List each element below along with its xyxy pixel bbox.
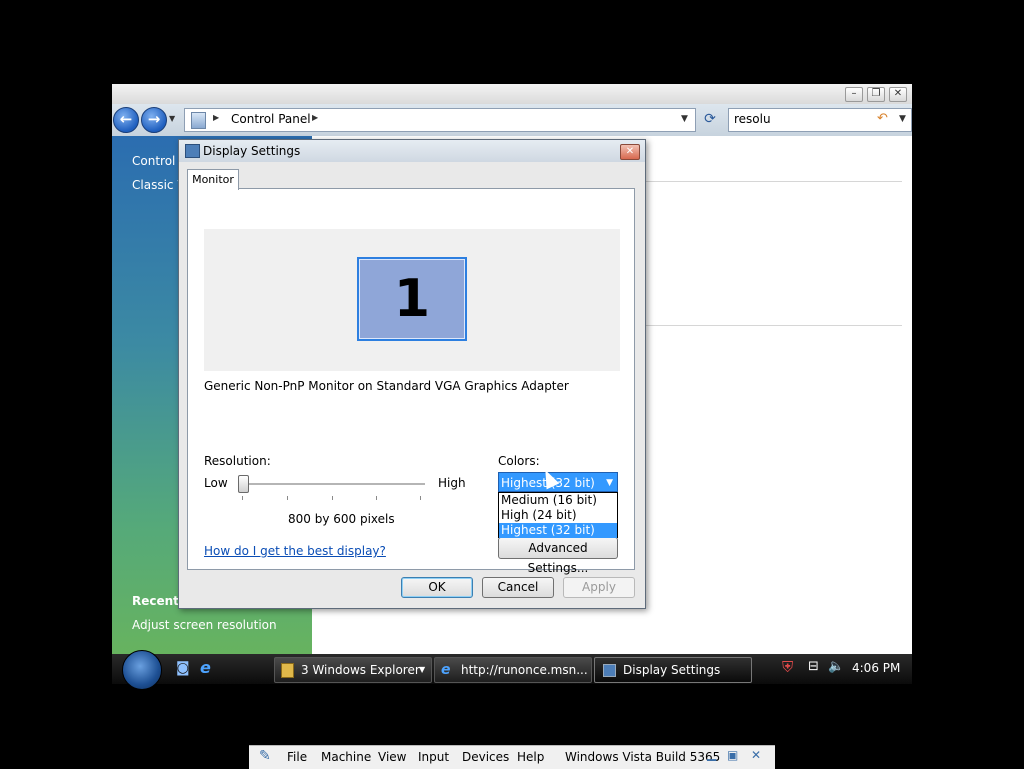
vm-toolbar: ✎ File Machine View Input Devices Help W… — [249, 745, 775, 769]
address-bar[interactable]: ▶ Control Panel ▶ ▼ — [184, 108, 696, 132]
colors-dropdown-list: Medium (16 bit) High (24 bit) Highest (3… — [498, 492, 618, 538]
back-button[interactable]: ← — [113, 107, 139, 133]
display-icon — [603, 664, 616, 677]
control-panel-icon — [191, 112, 206, 129]
apply-button[interactable]: Apply — [563, 577, 635, 598]
chevron-down-icon: ▼ — [419, 665, 426, 674]
vm-title: Windows Vista Build 5365 — [565, 750, 721, 764]
slider-tick — [332, 496, 333, 500]
search-input-value: resolu — [734, 112, 771, 126]
slider-tick — [242, 496, 243, 500]
monitor-tab-panel: 1 Generic Non-PnP Monitor on Standard VG… — [187, 188, 635, 575]
window-icon[interactable]: ▣ — [727, 748, 738, 762]
monitor-arrangement-area: 1 — [204, 229, 620, 371]
ok-button[interactable]: OK — [401, 577, 473, 598]
resolution-slider-track[interactable] — [242, 483, 425, 486]
chevron-down-icon[interactable]: ▼ — [606, 473, 613, 493]
internet-explorer-icon[interactable]: e — [200, 658, 211, 677]
monitor-name: Generic Non-PnP Monitor on Standard VGA … — [204, 379, 569, 393]
breadcrumb-separator-icon[interactable]: ▶ — [213, 113, 219, 122]
colors-option-highest[interactable]: Highest (32 bit) — [499, 523, 617, 538]
colors-option-medium[interactable]: Medium (16 bit) — [499, 493, 617, 508]
resolution-high-label: High — [438, 476, 466, 490]
pin-icon[interactable]: ✎ — [259, 748, 271, 764]
address-dropdown-icon[interactable]: ▼ — [681, 114, 688, 124]
refresh-icon[interactable]: ⟳ — [698, 108, 722, 130]
breadcrumb-separator-icon[interactable]: ▶ — [312, 113, 318, 122]
dialog-close-button[interactable]: ✕ — [620, 144, 640, 160]
dialog-titlebar: Display Settings ✕ — [179, 140, 645, 162]
recent-pages-dropdown-icon[interactable]: ▼ — [169, 114, 175, 123]
taskbar-internet-explorer[interactable]: e http://runonce.msn... — [434, 657, 592, 683]
advanced-settings-button[interactable]: Advanced Settings... — [498, 537, 618, 575]
menu-input[interactable]: Input — [418, 750, 449, 764]
dialog-title: Display Settings — [203, 144, 301, 158]
folder-icon — [281, 663, 294, 678]
best-display-help-link[interactable]: How do I get the best display? — [204, 544, 386, 558]
restore-button[interactable]: ❐ — [867, 87, 885, 102]
search-input[interactable]: resolu ↶ ▼ — [728, 108, 912, 132]
navigation-bar: ← → ▼ ▶ Control Panel ▶ ▼ ⟳ resolu ↶ ▼ — [112, 104, 912, 136]
clear-search-icon[interactable]: ↶ — [877, 111, 888, 126]
slider-tick — [287, 496, 288, 500]
close-icon[interactable]: ✕ — [751, 748, 761, 762]
forward-button[interactable]: → — [141, 107, 167, 133]
taskbar-button-label: http://runonce.msn... — [461, 663, 588, 677]
clock[interactable]: 4:06 PM — [852, 661, 900, 675]
resolution-value: 800 by 600 pixels — [288, 512, 395, 526]
display-icon — [185, 144, 200, 158]
volume-icon[interactable]: 🔈 — [828, 659, 844, 674]
monitor-1[interactable]: 1 — [357, 257, 467, 341]
menu-help[interactable]: Help — [517, 750, 544, 764]
recent-task-adjust-resolution[interactable]: Adjust screen resolution — [132, 618, 277, 632]
taskbar-button-label: Display Settings — [623, 663, 721, 677]
taskbar-button-label: 3 Windows Explorer — [301, 663, 420, 677]
taskbar-windows-explorer[interactable]: 3 Windows Explorer ▼ — [274, 657, 432, 683]
menu-file[interactable]: File — [287, 750, 307, 764]
tab-monitor[interactable]: Monitor — [187, 169, 239, 190]
security-alert-icon[interactable]: ⛨ — [782, 658, 793, 676]
breadcrumb-control-panel[interactable]: Control Panel — [231, 112, 311, 126]
cancel-button[interactable]: Cancel — [482, 577, 554, 598]
show-desktop-icon[interactable]: ◙ — [176, 660, 190, 676]
control-panel-home-link[interactable]: Control I — [132, 154, 183, 168]
close-button[interactable]: ✕ — [889, 87, 907, 102]
taskbar: ◙ e 3 Windows Explorer ▼ e http://runonc… — [112, 650, 912, 690]
network-icon[interactable]: ⊟ — [808, 659, 819, 674]
minimize-button[interactable]: – — [845, 87, 863, 102]
colors-option-high[interactable]: High (24 bit) — [499, 508, 617, 523]
explorer-titlebar: – ❐ ✕ — [112, 84, 912, 104]
resolution-slider-thumb[interactable] — [238, 475, 249, 493]
slider-tick — [376, 496, 377, 500]
taskbar-display-settings[interactable]: Display Settings — [594, 657, 752, 683]
resolution-label: Resolution: — [204, 454, 271, 468]
menu-machine[interactable]: Machine — [321, 750, 371, 764]
internet-explorer-icon: e — [441, 662, 451, 678]
menu-view[interactable]: View — [378, 750, 406, 764]
start-button[interactable] — [122, 650, 162, 690]
resolution-low-label: Low — [204, 476, 228, 490]
colors-label: Colors: — [498, 454, 540, 468]
display-settings-dialog: Display Settings ✕ Monitor 1 Generic Non… — [178, 139, 646, 609]
menu-devices[interactable]: Devices — [462, 750, 509, 764]
search-options-icon[interactable]: ▼ — [899, 114, 906, 124]
slider-tick — [420, 496, 421, 500]
minimize-icon[interactable]: ▁ — [707, 747, 716, 761]
